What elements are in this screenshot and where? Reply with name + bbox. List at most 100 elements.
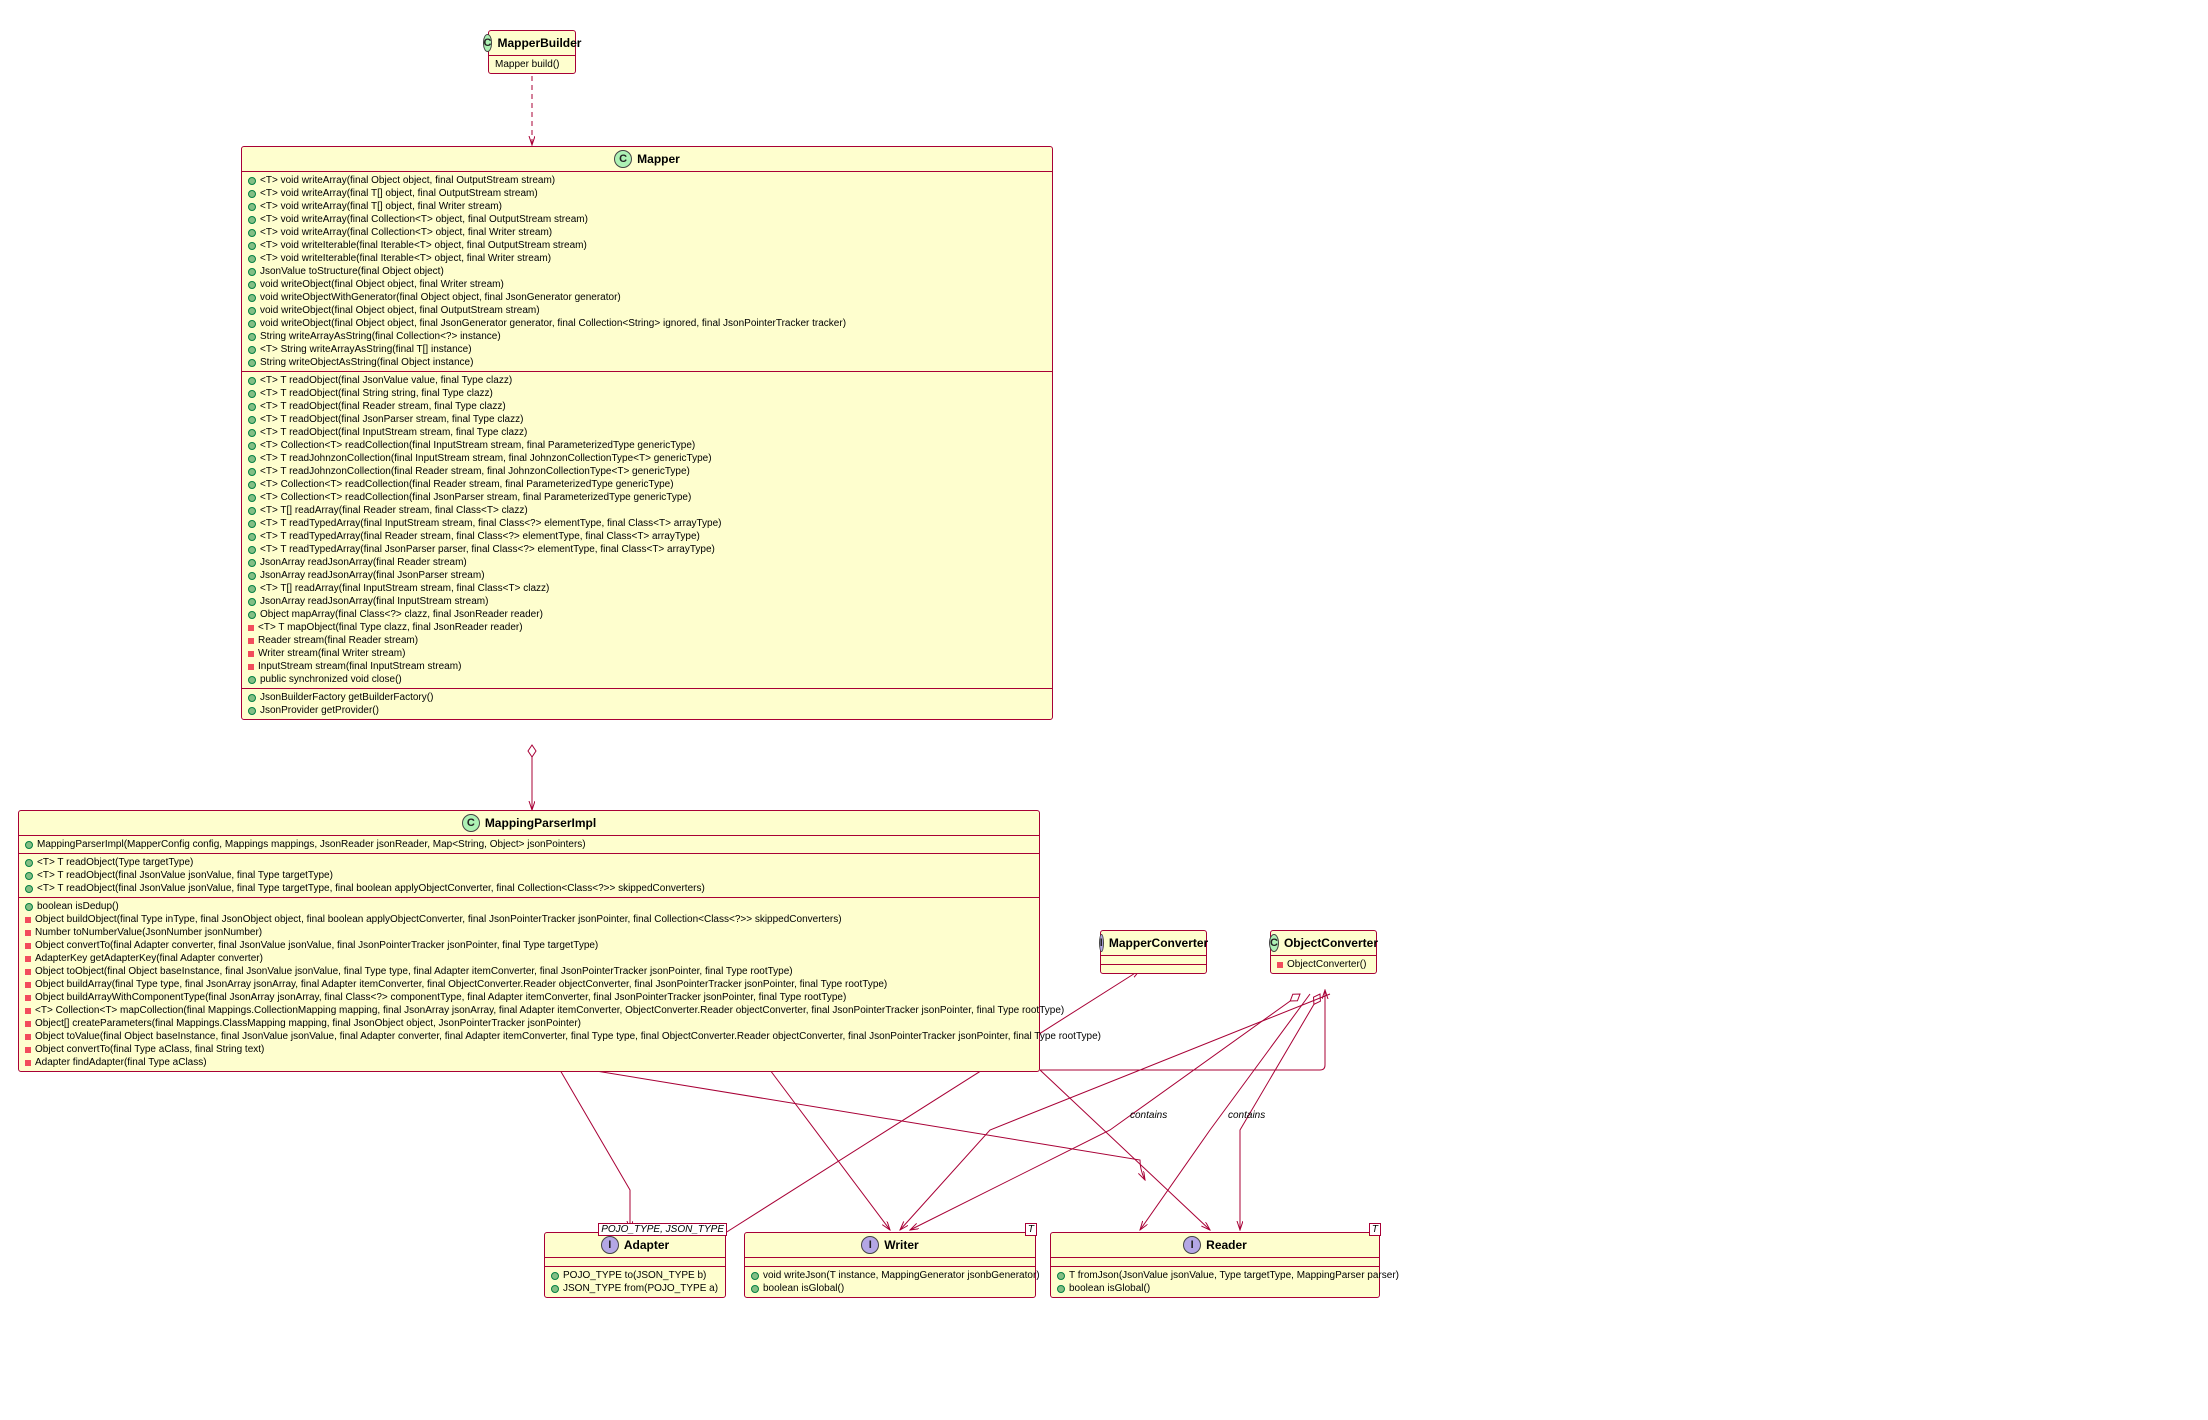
public-icon xyxy=(248,268,256,276)
public-icon xyxy=(248,359,256,367)
member-text: <T> void writeArray(final Collection<T> … xyxy=(260,226,552,239)
member: <T> T readObject(final JsonValue value, … xyxy=(246,374,1048,387)
member-text: String writeObjectAsString(final Object … xyxy=(260,356,473,369)
public-icon xyxy=(248,707,256,715)
member: void writeObjectWithGenerator(final Obje… xyxy=(246,291,1048,304)
member: Object[] createParameters(final Mappings… xyxy=(23,1017,1035,1030)
member: boolean isDedup() xyxy=(23,900,1035,913)
edge-impl-writer xyxy=(770,1070,890,1230)
public-icon xyxy=(751,1285,759,1293)
member: POJO_TYPE to(JSON_TYPE b) xyxy=(549,1269,721,1282)
edge-impl-reader xyxy=(1040,1070,1210,1230)
member: boolean isGlobal() xyxy=(1055,1282,1375,1295)
public-icon xyxy=(25,872,33,880)
class-mapper: CMapper <T> void writeArray(final Object… xyxy=(241,146,1053,720)
class-title: MappingParserImpl xyxy=(485,816,596,830)
class-adapter: POJO_TYPE, JSON_TYPE IAdapter POJO_TYPE … xyxy=(544,1232,726,1298)
member-text: Object toObject(final Object baseInstanc… xyxy=(35,965,793,978)
member: <T> T readObject(Type targetType) xyxy=(23,856,1035,869)
private-icon xyxy=(25,1034,31,1040)
member-text: Object mapArray(final Class<?> clazz, fi… xyxy=(260,608,543,621)
member: JsonArray readJsonArray(final JsonParser… xyxy=(246,569,1048,582)
private-icon xyxy=(25,1060,31,1066)
edge-impl-mapperconv xyxy=(590,1070,1145,1180)
class-title: Reader xyxy=(1206,1238,1247,1252)
public-icon xyxy=(248,520,256,528)
member: <T> T readTypedArray(final JsonParser pa… xyxy=(246,543,1048,556)
uml-diagram: CMapperBuilder Mapper build() CMapper <T… xyxy=(10,10,2200,1410)
member-text: Mapper build() xyxy=(495,58,559,71)
public-icon xyxy=(248,229,256,237)
member-text: JsonArray readJsonArray(final JsonParser… xyxy=(260,569,485,582)
member-text: void writeObject(final Object object, fi… xyxy=(260,304,540,317)
member-text: <T> String writeArrayAsString(final T[] … xyxy=(260,343,472,356)
member: <T> void writeArray(final Collection<T> … xyxy=(246,213,1048,226)
class-icon: C xyxy=(462,814,480,832)
public-icon xyxy=(248,455,256,463)
public-icon xyxy=(248,676,256,684)
member-text: <T> T readTypedArray(final InputStream s… xyxy=(260,517,722,530)
class-title: MapperConverter xyxy=(1109,936,1208,950)
member-text: JSON_TYPE from(POJO_TYPE a) xyxy=(563,1282,718,1295)
member-text: T fromJson(JsonValue jsonValue, Type tar… xyxy=(1069,1269,1399,1282)
member: Mapper build() xyxy=(493,58,571,71)
edge-impl-adapter xyxy=(560,1070,630,1230)
member: <T> T readObject(final InputStream strea… xyxy=(246,426,1048,439)
member: Object convertTo(final Type aClass, fina… xyxy=(23,1043,1035,1056)
member-text: public synchronized void close() xyxy=(260,673,402,686)
class-title: Adapter xyxy=(624,1238,669,1252)
private-icon xyxy=(248,651,254,657)
public-icon xyxy=(248,416,256,424)
edge-label: contains xyxy=(1228,1110,1265,1121)
public-icon xyxy=(25,859,33,867)
class-title: Mapper xyxy=(637,152,680,166)
class-icon: C xyxy=(1269,934,1279,952)
class-reader: T IReader T fromJson(JsonValue jsonValue… xyxy=(1050,1232,1380,1298)
member-text: <T> T readTypedArray(final JsonParser pa… xyxy=(260,543,715,556)
member-text: Object buildArrayWithComponentType(final… xyxy=(35,991,846,1004)
interface-icon: I xyxy=(601,1236,619,1254)
member: JsonProvider getProvider() xyxy=(246,704,1048,717)
member-text: <T> T readObject(final InputStream strea… xyxy=(260,426,527,439)
member: <T> String writeArrayAsString(final T[] … xyxy=(246,343,1048,356)
member-text: AdapterKey getAdapterKey(final Adapter c… xyxy=(35,952,263,965)
edge-label: contains xyxy=(1130,1110,1167,1121)
public-icon xyxy=(25,885,33,893)
class-mapperbuilder: CMapperBuilder Mapper build() xyxy=(488,30,576,74)
private-icon xyxy=(248,638,254,644)
member: void writeObject(final Object object, fi… xyxy=(246,304,1048,317)
member: <T> T readTypedArray(final InputStream s… xyxy=(246,517,1048,530)
member: <T> T readObject(final String string, fi… xyxy=(246,387,1048,400)
member: <T> T mapObject(final Type clazz, final … xyxy=(246,621,1048,634)
public-icon xyxy=(751,1272,759,1280)
public-icon xyxy=(248,190,256,198)
member: JsonArray readJsonArray(final Reader str… xyxy=(246,556,1048,569)
member-text: JsonProvider getProvider() xyxy=(260,704,379,717)
member: public synchronized void close() xyxy=(246,673,1048,686)
member-text: void writeObject(final Object object, fi… xyxy=(260,317,846,330)
member-text: JsonValue toStructure(final Object objec… xyxy=(260,265,444,278)
public-icon xyxy=(248,294,256,302)
private-icon xyxy=(25,1021,31,1027)
class-title: ObjectConverter xyxy=(1284,936,1378,950)
member-text: String writeArrayAsString(final Collecti… xyxy=(260,330,501,343)
member: <T> T readObject(final JsonValue jsonVal… xyxy=(23,882,1035,895)
public-icon xyxy=(551,1285,559,1293)
member-text: Object buildObject(final Type inType, fi… xyxy=(35,913,842,926)
member-text: void writeObject(final Object object, fi… xyxy=(260,278,504,291)
member-text: Object[] createParameters(final Mappings… xyxy=(35,1017,581,1030)
member-text: <T> T[] readArray(final Reader stream, f… xyxy=(260,504,528,517)
member: void writeObject(final Object object, fi… xyxy=(246,278,1048,291)
public-icon xyxy=(25,841,33,849)
type-params: POJO_TYPE, JSON_TYPE xyxy=(598,1223,727,1236)
private-icon xyxy=(25,969,31,975)
public-icon xyxy=(248,468,256,476)
member: <T> T[] readArray(final InputStream stre… xyxy=(246,582,1048,595)
member-text: <T> Collection<T> mapCollection(final Ma… xyxy=(35,1004,1064,1017)
member-text: Adapter findAdapter(final Type aClass) xyxy=(35,1056,207,1069)
public-icon xyxy=(25,903,33,911)
member: JsonArray readJsonArray(final InputStrea… xyxy=(246,595,1048,608)
member: JSON_TYPE from(POJO_TYPE a) xyxy=(549,1282,721,1295)
member-text: Object convertTo(final Type aClass, fina… xyxy=(35,1043,264,1056)
member: Adapter findAdapter(final Type aClass) xyxy=(23,1056,1035,1069)
